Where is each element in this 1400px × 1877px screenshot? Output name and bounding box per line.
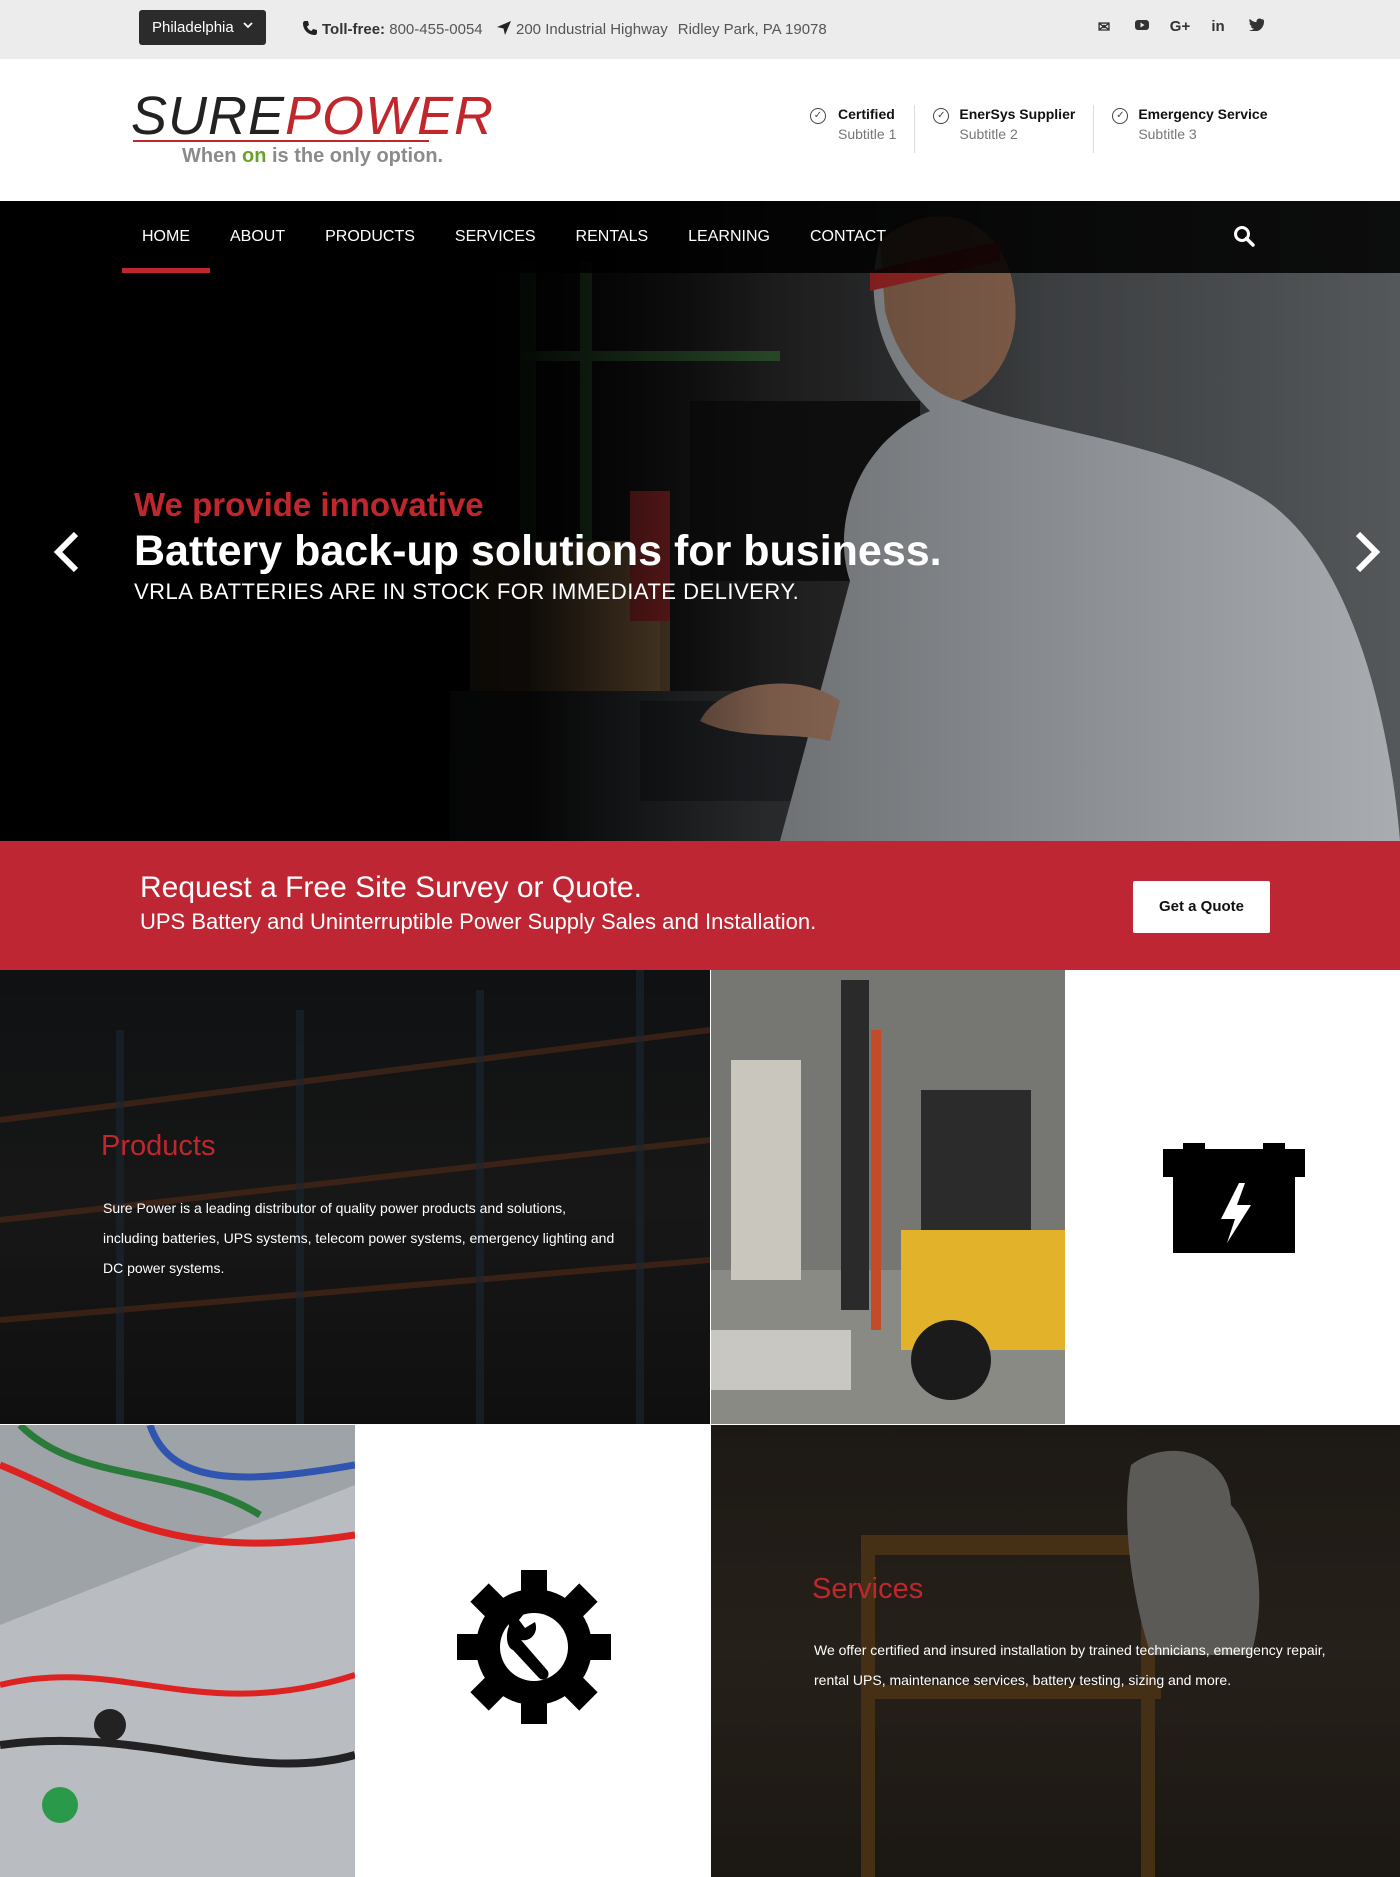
services-tile[interactable]: Services We offer certified and insured …: [711, 1425, 1400, 1877]
twitter-icon[interactable]: [1237, 18, 1275, 36]
badge-title: Certified: [838, 106, 895, 122]
nav-learning[interactable]: LEARNING: [668, 201, 790, 273]
phone-icon: [302, 20, 318, 40]
hero-kicker: We provide innovative: [134, 486, 484, 523]
nav-contact[interactable]: CONTACT: [790, 201, 906, 273]
top-bar: Philadelphia Toll-free: 800-455-0054 200…: [0, 0, 1400, 59]
toll-free-phone[interactable]: Toll-free: 800-455-0054: [302, 20, 483, 40]
phone-number: 800-455-0054: [389, 21, 483, 38]
address[interactable]: 200 Industrial Highway Ridley Park, PA 19…: [496, 20, 827, 40]
hero-slider: HOME ABOUT PRODUCTS SERVICES RENTALS LEA…: [0, 201, 1400, 841]
wires-photo: [0, 1425, 355, 1877]
products-tile[interactable]: Products Sure Power is a leading distrib…: [0, 970, 710, 1424]
services-title: Services: [812, 1573, 924, 1605]
badge-emergency-service: ✓ Emergency Service Subtitle 3: [1093, 105, 1281, 153]
services-description: We offer certified and insured installat…: [814, 1642, 1326, 1688]
badge-subtitle: Subtitle 3: [1138, 126, 1197, 142]
search-icon[interactable]: [1233, 225, 1255, 252]
quote-banner-heading: Request a Free Site Survey or Quote.: [140, 871, 642, 904]
badge-subtitle: Subtitle 2: [959, 126, 1018, 142]
logo-wordmark: SUREPOWER: [131, 86, 495, 146]
nav-about[interactable]: ABOUT: [210, 201, 305, 273]
badge-certified: ✓ Certified Subtitle 1: [808, 105, 910, 153]
nav-products[interactable]: PRODUCTS: [305, 201, 435, 273]
location-select[interactable]: Philadelphia: [139, 10, 266, 45]
check-circle-icon: ✓: [933, 108, 950, 124]
badge-subtitle: Subtitle 1: [838, 126, 897, 142]
logo-underline: [133, 140, 429, 142]
check-circle-icon: ✓: [810, 108, 826, 124]
battery-icon: [1163, 1143, 1305, 1253]
logo[interactable]: SUREPOWER When on is the only option.: [131, 86, 495, 167]
envelope-icon[interactable]: ✉: [1085, 18, 1123, 36]
phone-label: Toll-free:: [322, 21, 386, 38]
products-description: Sure Power is a leading distributor of q…: [103, 1200, 615, 1276]
site-header: SUREPOWER When on is the only option. ✓ …: [0, 59, 1400, 201]
main-nav: HOME ABOUT PRODUCTS SERVICES RENTALS LEA…: [0, 201, 1400, 273]
location-arrow-icon: [496, 20, 512, 40]
badge-title: Emergency Service: [1138, 106, 1268, 122]
header-badges: ✓ Certified Subtitle 1 ✓ EnerSys Supplie…: [808, 105, 1282, 153]
nav-home[interactable]: HOME: [122, 201, 210, 273]
quote-banner-subheading: UPS Battery and Uninterruptible Power Su…: [140, 909, 817, 934]
location-select-value: Philadelphia: [152, 19, 234, 36]
hero-subheadline: VRLA BATTERIES ARE IN STOCK FOR IMMEDIAT…: [134, 579, 800, 604]
google-plus-icon[interactable]: G+: [1161, 18, 1199, 36]
nav-services[interactable]: SERVICES: [435, 201, 556, 273]
quote-banner: Request a Free Site Survey or Quote. UPS…: [0, 841, 1400, 970]
address-line2: Ridley Park, PA 19078: [677, 21, 827, 38]
gear-tile: [356, 1425, 710, 1877]
hero-caption: We provide innovative Battery back-up so…: [134, 485, 942, 607]
nav-rentals[interactable]: RENTALS: [556, 201, 669, 273]
check-circle-icon: ✓: [1112, 108, 1129, 124]
badge-title: EnerSys Supplier: [959, 106, 1076, 122]
products-title: Products: [101, 1130, 216, 1162]
address-line1: 200 Industrial Highway: [516, 21, 668, 38]
linkedin-icon[interactable]: in: [1199, 18, 1237, 36]
forklift-photo: [711, 970, 1065, 1424]
get-quote-button[interactable]: Get a Quote: [1133, 881, 1270, 933]
hero-headline: Battery back-up solutions for business.: [134, 527, 942, 575]
badge-enersys-supplier: ✓ EnerSys Supplier Subtitle 2: [914, 105, 1089, 153]
slider-prev-arrow-icon[interactable]: [52, 525, 80, 585]
social-links: ✉ G+ in: [1085, 18, 1275, 36]
slider-next-arrow-icon[interactable]: [1354, 525, 1382, 585]
chevron-down-icon: [242, 10, 254, 45]
youtube-icon[interactable]: [1123, 18, 1161, 36]
logo-tagline: When on is the only option.: [182, 145, 444, 167]
battery-tile: [1065, 970, 1400, 1424]
gear-wrench-icon: [457, 1570, 611, 1724]
